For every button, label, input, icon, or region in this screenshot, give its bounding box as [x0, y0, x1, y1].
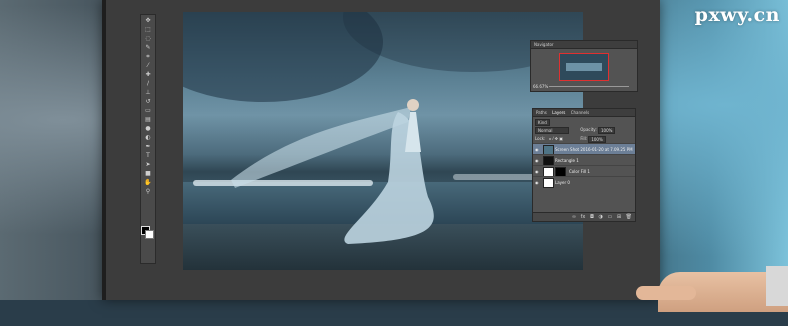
visibility-eye-icon[interactable]: ◉ [535, 169, 540, 174]
crop-icon[interactable]: ⌗ [143, 53, 153, 60]
new-layer-icon[interactable]: ⊞ [617, 214, 621, 220]
fx-icon[interactable]: fx [581, 214, 586, 220]
type-icon[interactable]: T [143, 152, 153, 159]
shape-icon[interactable]: ■ [143, 170, 153, 177]
tab-navigator[interactable]: Navigator [534, 42, 554, 47]
healing-icon[interactable]: ✚ [143, 71, 153, 78]
navigator-zoom[interactable]: 66.67% [533, 84, 548, 89]
pen-icon[interactable]: ✒ [143, 143, 153, 150]
tab-layers[interactable]: Layers [552, 110, 565, 115]
navigator-panel: Navigator 66.67% [530, 40, 638, 92]
opacity-label: Opacity: [580, 127, 597, 132]
fill-label: Fill: [580, 136, 588, 141]
lock-fill-row: Lock: ▫ ⁄ ✥ ▣ Fill: 100% [535, 135, 633, 143]
eyedropper-icon[interactable]: ⁄ [143, 62, 153, 69]
layers-footer: ∞ fx ◘ ◑ ▭ ⊞ 🗑 [533, 212, 635, 221]
eraser-icon[interactable]: ▭ [143, 107, 153, 114]
monitor-bezel [102, 0, 106, 300]
trash-icon[interactable]: 🗑 [626, 214, 632, 220]
link-icon[interactable]: ∞ [572, 214, 576, 220]
tab-paths[interactable]: Paths [536, 110, 547, 115]
visibility-eye-icon[interactable]: ◉ [535, 147, 540, 152]
blend-opacity-row: Normal Opacity: 100% [535, 126, 633, 134]
hand-icon[interactable]: ✋ [143, 179, 153, 186]
brush-icon[interactable]: ∕ [143, 80, 153, 87]
lock-icons[interactable]: ▫ ⁄ ✥ ▣ [549, 136, 563, 141]
marquee-icon[interactable]: ⬚ [143, 26, 153, 33]
quick-select-icon[interactable]: ✎ [143, 44, 153, 51]
fill-field[interactable]: 100% [588, 135, 606, 143]
watermark: pxwy.cn [694, 4, 780, 26]
lock-label: Lock: [535, 136, 546, 141]
gradient-icon[interactable]: ▤ [143, 116, 153, 123]
visibility-eye-icon[interactable]: ◉ [535, 180, 540, 185]
history-brush-icon[interactable]: ↺ [143, 98, 153, 105]
lasso-icon[interactable]: ◌ [143, 35, 153, 42]
layer-row[interactable]: ◉ Layer 0 [533, 176, 635, 188]
navigator-tabs: Navigator [531, 41, 637, 49]
navigator-preview[interactable] [559, 53, 609, 81]
mask-icon[interactable]: ◘ [590, 214, 594, 220]
opacity-field[interactable]: 100% [598, 126, 616, 134]
navigator-zoom-slider[interactable] [549, 86, 629, 87]
background-color-swatch[interactable] [145, 230, 154, 239]
layer-filter-row: Kind [535, 118, 633, 126]
layer-thumbnail [543, 178, 554, 188]
folder-icon[interactable]: ▭ [608, 214, 613, 220]
layer-filter-select[interactable]: Kind [535, 118, 550, 126]
pointing-hand [636, 266, 788, 326]
tab-channels[interactable]: Channels [571, 110, 590, 115]
visibility-eye-icon[interactable]: ◉ [535, 158, 540, 163]
layers-tabs: Paths Layers Channels [533, 109, 635, 117]
layer-name: Layer 0 [555, 180, 570, 185]
layers-panel: Paths Layers Channels Kind Normal Opacit… [532, 108, 636, 222]
dodge-icon[interactable]: ◐ [143, 134, 153, 141]
blur-icon[interactable]: ● [143, 125, 153, 132]
path-select-icon[interactable]: ➤ [143, 161, 153, 168]
bride-figure [231, 99, 434, 244]
document-canvas[interactable] [183, 12, 583, 270]
move-icon[interactable]: ✥ [143, 17, 153, 24]
adjustment-icon[interactable]: ◑ [599, 214, 603, 220]
zoom-icon[interactable]: ⚲ [143, 188, 153, 195]
clone-stamp-icon[interactable]: ⊥ [143, 89, 153, 96]
blend-mode-select[interactable]: Normal [535, 126, 569, 134]
